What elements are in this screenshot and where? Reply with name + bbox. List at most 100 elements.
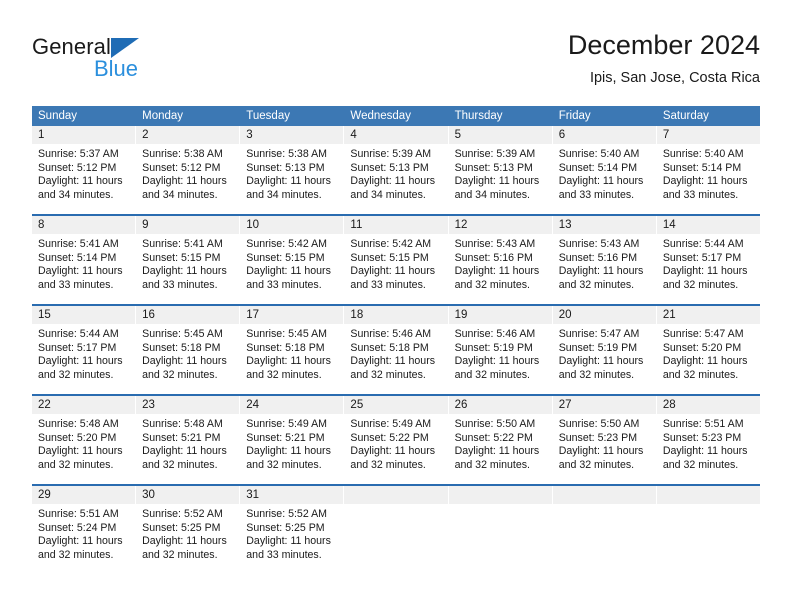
calendar-day-cell[interactable]: 20 Sunrise: 5:47 AM Sunset: 5:19 PM Dayligh… <box>552 306 657 394</box>
sunrise-text: Sunrise: 5:50 AM <box>558 418 640 430</box>
calendar-day-cell[interactable]: 2 Sunrise: 5:38 AM Sunset: 5:12 PM Daylight… <box>136 126 241 214</box>
day-details <box>657 504 760 508</box>
sunset-text: Sunset: 5:23 PM <box>662 431 742 444</box>
day-details: Sunrise: 5:50 AM Sunset: 5:22 PM Daylight:… <box>449 414 552 472</box>
calendar-day-cell[interactable]: 13 Sunrise: 5:43 AM Sunset: 5:16 PM Dayligh… <box>552 216 657 304</box>
calendar-day-cell[interactable]: 7 Sunrise: 5:40 AM Sunset: 5:14 PM Daylight… <box>656 126 760 214</box>
sunrise-text: Sunrise: 5:45 AM <box>142 328 223 340</box>
calendar-day-cell-empty <box>344 486 449 574</box>
calendar-day-cell[interactable]: 8 Sunrise: 5:41 AM Sunset: 5:14 PM Daylight… <box>32 216 137 304</box>
day-number: 17 <box>240 306 344 324</box>
calendar-day-cell[interactable]: 16 Sunrise: 5:45 AM Sunset: 5:18 PM Dayligh… <box>136 306 241 394</box>
day-details: Sunrise: 5:49 AM Sunset: 5:21 PM Daylight:… <box>240 414 343 472</box>
sunrise-text: Sunrise: 5:38 AM <box>246 148 327 160</box>
logo-text-blue: Blue <box>94 56 139 81</box>
calendar-day-cell[interactable]: 18 Sunrise: 5:46 AM Sunset: 5:18 PM Dayligh… <box>344 306 449 394</box>
calendar-day-cell[interactable]: 30 Sunrise: 5:52 AM Sunset: 5:25 PM Dayligh… <box>136 486 241 574</box>
day-details: Sunrise: 5:41 AM Sunset: 5:15 PM Daylight:… <box>136 234 239 292</box>
calendar-day-cell[interactable]: 6 Sunrise: 5:40 AM Sunset: 5:14 PM Daylight… <box>552 126 657 214</box>
calendar-day-cell[interactable]: 24 Sunrise: 5:49 AM Sunset: 5:21 PM Dayligh… <box>240 396 345 484</box>
weekday-header-row: Sunday Monday Tuesday Wednesday Thursday Frid… <box>32 106 760 126</box>
calendar-week-row: 22 Sunrise: 5:48 AM Sunset: 5:20 PM Dayligh… <box>32 394 760 484</box>
day-number <box>656 486 760 504</box>
sunrise-text: Sunrise: 5:44 AM <box>38 328 119 340</box>
sunrise-text: Sunrise: 5:47 AM <box>662 328 744 340</box>
day-details: Sunrise: 5:45 AM Sunset: 5:18 PM Daylight:… <box>240 324 343 382</box>
day-details: Sunrise: 5:39 AM Sunset: 5:13 PM Daylight:… <box>344 144 447 202</box>
calendar-day-cell[interactable]: 29 Sunrise: 5:51 AM Sunset: 5:24 PM Dayligh… <box>32 486 137 574</box>
calendar-day-cell[interactable]: 10 Sunrise: 5:42 AM Sunset: 5:15 PM Dayligh… <box>240 216 345 304</box>
day-number: 23 <box>136 396 240 414</box>
calendar-week-row: 8 Sunrise: 5:41 AM Sunset: 5:14 PM Daylight… <box>32 214 760 304</box>
calendar-day-cell[interactable]: 23 Sunrise: 5:48 AM Sunset: 5:21 PM Dayligh… <box>136 396 241 484</box>
day-details: Sunrise: 5:50 AM Sunset: 5:23 PM Daylight:… <box>553 414 656 472</box>
daylight-text-line1: Daylight: 11 hours <box>350 445 436 458</box>
weekday-header-saturday: Saturday <box>662 110 709 122</box>
sunrise-text: Sunrise: 5:46 AM <box>454 328 536 340</box>
sunset-text: Sunset: 5:19 PM <box>454 341 533 354</box>
sunset-text: Sunset: 5:21 PM <box>246 431 325 444</box>
calendar-day-cell[interactable]: 9 Sunrise: 5:41 AM Sunset: 5:15 PM Daylight… <box>136 216 241 304</box>
sunset-text: Sunset: 5:15 PM <box>350 251 429 264</box>
calendar-day-cell[interactable]: 15 Sunrise: 5:44 AM Sunset: 5:17 PM Dayligh… <box>32 306 137 394</box>
day-details <box>344 504 447 508</box>
day-number: 3 <box>240 126 344 144</box>
sunset-text: Sunset: 5:18 PM <box>350 341 429 354</box>
sunset-text: Sunset: 5:19 PM <box>558 341 638 354</box>
day-details: Sunrise: 5:38 AM Sunset: 5:13 PM Daylight:… <box>240 144 343 202</box>
calendar-day-cell[interactable]: 4 Sunrise: 5:39 AM Sunset: 5:13 PM Daylight… <box>344 126 449 214</box>
general-blue-logo[interactable]: General Blue <box>32 34 232 90</box>
daylight-text-line2: and 34 minutes. <box>142 188 218 201</box>
weekday-header-monday: Monday <box>136 106 241 126</box>
day-details <box>553 504 656 508</box>
calendar-grid: Sunday Monday Tuesday Wednesday Thursday Frid… <box>32 106 760 574</box>
sunrise-text: Sunrise: 5:44 AM <box>662 238 744 250</box>
day-number: 29 <box>32 486 136 504</box>
calendar-day-cell[interactable]: 22 Sunrise: 5:48 AM Sunset: 5:20 PM Dayligh… <box>32 396 137 484</box>
daylight-text-line1: Daylight: 11 hours <box>142 175 227 188</box>
calendar-day-cell[interactable]: 28 Sunrise: 5:51 AM Sunset: 5:23 PM Dayligh… <box>656 396 760 484</box>
sunset-text: Sunset: 5:15 PM <box>142 251 221 264</box>
day-details: Sunrise: 5:40 AM Sunset: 5:14 PM Daylight:… <box>553 144 656 202</box>
sunset-text: Sunset: 5:25 PM <box>246 521 325 534</box>
day-details: Sunrise: 5:47 AM Sunset: 5:19 PM Daylight:… <box>553 324 656 382</box>
daylight-text-line1: Daylight: 11 hours <box>142 535 227 548</box>
calendar-day-cell[interactable]: 12 Sunrise: 5:43 AM Sunset: 5:16 PM Dayligh… <box>448 216 553 304</box>
daylight-text-line1: Daylight: 11 hours <box>246 535 331 548</box>
daylight-text-line1: Daylight: 11 hours <box>246 175 331 188</box>
daylight-text-line1: Daylight: 11 hours <box>662 175 748 188</box>
calendar-day-cell[interactable]: 14 Sunrise: 5:44 AM Sunset: 5:17 PM Dayligh… <box>656 216 760 304</box>
calendar-day-cell[interactable]: 11 Sunrise: 5:42 AM Sunset: 5:15 PM Dayligh… <box>344 216 449 304</box>
day-number: 26 <box>448 396 552 414</box>
day-details: Sunrise: 5:42 AM Sunset: 5:15 PM Daylight:… <box>240 234 343 292</box>
calendar-day-cell[interactable]: 21 Sunrise: 5:47 AM Sunset: 5:20 PM Dayligh… <box>656 306 760 394</box>
day-details: Sunrise: 5:46 AM Sunset: 5:18 PM Daylight:… <box>344 324 447 382</box>
daylight-text-line2: and 32 minutes. <box>142 458 218 471</box>
calendar-day-cell[interactable]: 19 Sunrise: 5:46 AM Sunset: 5:19 PM Dayligh… <box>448 306 553 394</box>
sunset-text: Sunset: 5:12 PM <box>38 161 117 174</box>
calendar-day-cell[interactable]: 31 Sunrise: 5:52 AM Sunset: 5:25 PM Dayligh… <box>240 486 345 574</box>
calendar-day-cell[interactable]: 3 Sunrise: 5:38 AM Sunset: 5:13 PM Daylight… <box>240 126 345 214</box>
sunset-text: Sunset: 5:13 PM <box>246 161 325 174</box>
sunset-text: Sunset: 5:25 PM <box>142 521 221 534</box>
sunrise-text: Sunrise: 5:45 AM <box>246 328 327 340</box>
calendar-day-cell[interactable]: 25 Sunrise: 5:49 AM Sunset: 5:22 PM Dayligh… <box>344 396 449 484</box>
calendar-day-cell[interactable]: 17 Sunrise: 5:45 AM Sunset: 5:18 PM Dayligh… <box>240 306 345 394</box>
weekday-header-tuesday: Tuesday <box>240 106 345 126</box>
day-number: 9 <box>136 216 240 234</box>
sunset-text: Sunset: 5:23 PM <box>558 431 638 444</box>
calendar-day-cell[interactable]: 5 Sunrise: 5:39 AM Sunset: 5:13 PM Daylight… <box>448 126 553 214</box>
calendar-day-cell[interactable]: 1 Sunrise: 5:37 AM Sunset: 5:12 PM Daylight… <box>32 126 137 214</box>
day-details: Sunrise: 5:45 AM Sunset: 5:18 PM Daylight:… <box>136 324 239 382</box>
sunset-text: Sunset: 5:21 PM <box>142 431 221 444</box>
sunset-text: Sunset: 5:15 PM <box>246 251 325 264</box>
day-number: 10 <box>240 216 344 234</box>
sunset-text: Sunset: 5:17 PM <box>38 341 117 354</box>
daylight-text-line1: Daylight: 11 hours <box>38 265 123 278</box>
page-header: General Blue December 2024 Ipis, San Jos… <box>32 28 760 96</box>
calendar-day-cell[interactable]: 26 Sunrise: 5:50 AM Sunset: 5:22 PM Dayligh… <box>448 396 553 484</box>
day-number: 6 <box>552 126 656 144</box>
calendar-day-cell[interactable]: 27 Sunrise: 5:50 AM Sunset: 5:23 PM Dayligh… <box>552 396 657 484</box>
sunset-text: Sunset: 5:16 PM <box>454 251 533 264</box>
day-number <box>448 486 552 504</box>
